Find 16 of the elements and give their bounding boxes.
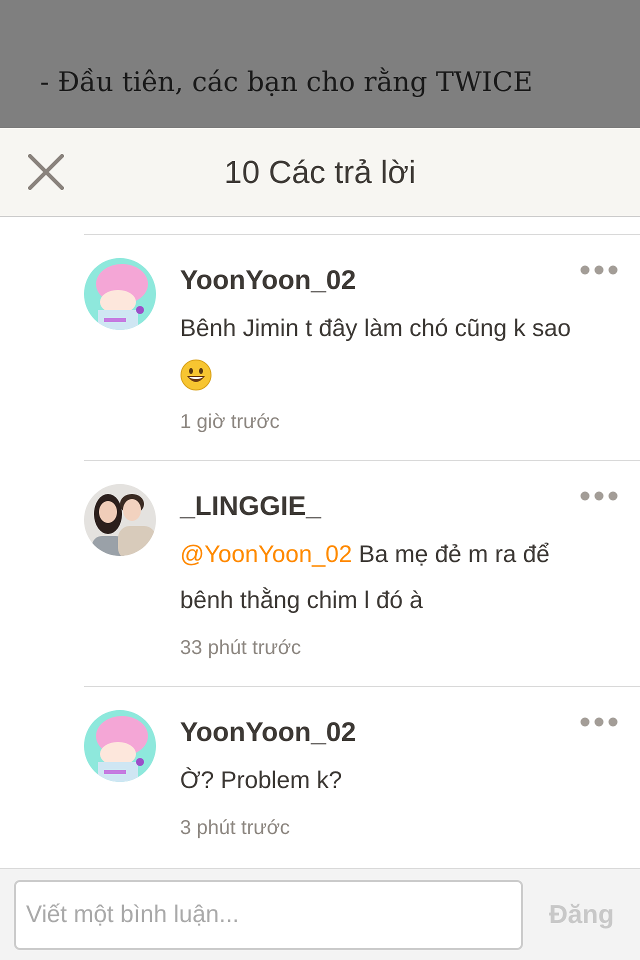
comment-text: Ờ? Problem k? bbox=[180, 766, 343, 796]
more-options-icon[interactable] bbox=[580, 717, 618, 727]
comment-time: 1 giờ trước bbox=[180, 410, 281, 435]
comment-field[interactable]: Viết một bình luận... bbox=[14, 880, 523, 950]
article-text-line: - Đầu tiên, các bạn cho rằng TWICE bbox=[40, 66, 534, 100]
more-options-icon[interactable] bbox=[580, 265, 618, 275]
more-options-icon[interactable] bbox=[580, 491, 618, 501]
author-name[interactable]: YoonYoon_02 bbox=[180, 258, 571, 302]
comment-time: 33 phút trước bbox=[180, 636, 302, 661]
author-name[interactable]: YoonYoon_02 bbox=[180, 710, 356, 754]
comment-text: Bênh Jimin t đây làm chó cũng k sao bbox=[180, 314, 571, 344]
close-icon[interactable] bbox=[28, 154, 64, 190]
comment-text: @YoonYoon_02 Ba mẹ đẻ m ra để bênh thằng chim l đó à bbox=[180, 540, 551, 616]
replies-title: 10 Các trả lời bbox=[224, 153, 416, 192]
comment-time: 3 phút trước bbox=[180, 816, 291, 841]
author-name[interactable]: _LINGGIE_ bbox=[180, 484, 596, 528]
